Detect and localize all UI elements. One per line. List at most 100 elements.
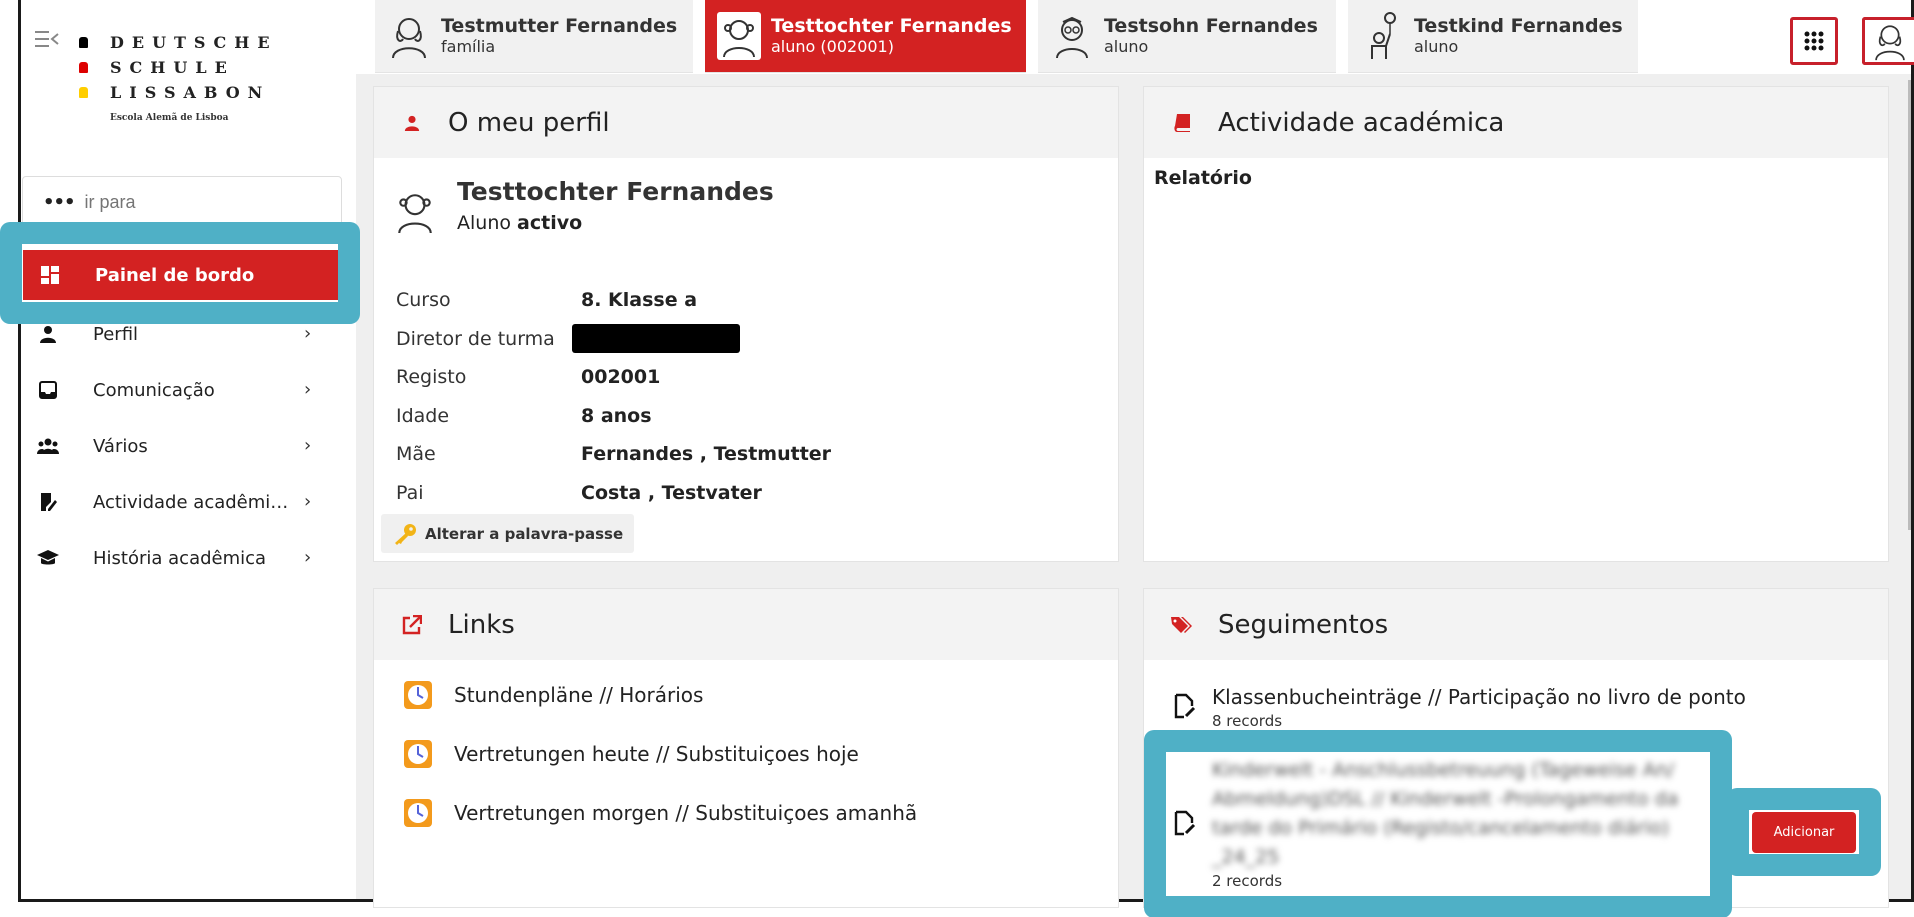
status-value: activo	[517, 212, 583, 234]
tab-role: aluno	[1104, 37, 1149, 56]
profile-fields: Curso 8. Klasse a Diretor de turma Regist…	[396, 281, 831, 512]
tags-icon	[1170, 616, 1194, 634]
followup-count: 2 records	[1212, 872, 1283, 890]
field-mae: Mãe Fernandes , Testmutter	[396, 435, 831, 474]
link-item[interactable]: Stundenpläne // Horários	[404, 681, 703, 709]
change-password-button[interactable]: Alterar a palavra-passe	[381, 514, 634, 553]
tab-role: aluno (002001)	[771, 37, 894, 56]
redacted-value	[572, 324, 740, 354]
report-label: Relatório	[1154, 167, 1252, 189]
key-icon	[395, 523, 416, 545]
sidebar-item-varios[interactable]: Vários ›	[21, 418, 356, 474]
sidebar-item-label: Vários	[93, 435, 148, 457]
followup-item[interactable]: Klassenbucheinträge // Participação no l…	[1174, 682, 1746, 730]
search-box[interactable]: •••	[22, 176, 342, 228]
sidebar-item-dashboard[interactable]: Painel de bordo	[23, 250, 339, 300]
links-card-title: Links	[448, 609, 515, 640]
followups-card-header: Seguimentos	[1144, 589, 1888, 660]
student-name: Testtochter Fernandes	[457, 177, 774, 206]
sidebar: DEUTSCHE SCHULE LISSABON Escola Alemã de…	[21, 0, 356, 899]
group-icon	[37, 435, 59, 457]
tab-testkind[interactable]: Testkind Fernandes aluno	[1348, 0, 1638, 73]
academic-card-header: Actividade académica	[1144, 87, 1888, 158]
dashboard-icon	[39, 264, 61, 286]
document-edit-icon	[1174, 810, 1196, 836]
change-password-label: Alterar a palavra-passe	[425, 524, 624, 543]
followup-count: 8 records	[1212, 712, 1283, 730]
field-registo: Registo 002001	[396, 358, 831, 397]
field-label: Curso	[396, 289, 451, 312]
clock-icon	[404, 740, 432, 768]
sidebar-item-perfil[interactable]: Perfil ›	[21, 306, 356, 362]
field-label: Idade	[396, 404, 450, 427]
logo-dot-gold	[79, 87, 88, 98]
chevron-right-icon: ›	[304, 323, 312, 344]
field-label: Mãe	[396, 443, 436, 466]
field-label: Pai	[396, 481, 424, 504]
apps-grid-button[interactable]	[1790, 17, 1838, 65]
tab-name: Testkind Fernandes	[1414, 15, 1623, 37]
tab-name: Testsohn Fernandes	[1104, 15, 1318, 37]
sidebar-item-label: História acadêmica	[93, 547, 267, 569]
chevron-right-icon: ›	[304, 379, 312, 400]
tab-testsohn[interactable]: Testsohn Fernandes aluno	[1038, 0, 1336, 73]
link-label: Vertretungen morgen // Substituiçoes ama…	[454, 801, 918, 825]
followups-card: Seguimentos Klassenbucheinträge // Parti…	[1143, 588, 1889, 908]
field-value: Costa , Testvater	[581, 481, 762, 504]
sidebar-item-label: Comunicação	[93, 379, 215, 401]
book-icon	[1170, 113, 1194, 132]
scrollbar[interactable]	[1908, 80, 1911, 530]
field-value: 8. Klasse a	[581, 289, 698, 312]
sidebar-item-historia[interactable]: História acadêmica ›	[21, 530, 356, 586]
menu-collapse-icon[interactable]	[35, 30, 59, 48]
links-card: Links Stundenpläne // Horários Vertretun…	[373, 588, 1119, 908]
field-idade: Idade 8 anos	[396, 397, 831, 436]
child-avatar-icon	[1360, 12, 1404, 60]
profile-card: O meu perfil Testtochter Fernandes Aluno…	[373, 86, 1119, 562]
user-menu-button[interactable]	[1862, 17, 1914, 65]
graduation-cap-icon	[37, 547, 59, 569]
son-avatar-icon	[1050, 12, 1094, 60]
search-input[interactable]	[84, 191, 335, 213]
apps-grid-icon	[1804, 31, 1824, 51]
ellipsis-icon: •••	[43, 191, 76, 213]
daughter-avatar-icon	[717, 12, 761, 60]
field-label: Registo	[396, 366, 467, 389]
tab-role: aluno	[1414, 37, 1459, 56]
field-value: Fernandes , Testmutter	[581, 443, 832, 466]
link-label: Vertretungen heute // Substituiçoes hoje	[454, 742, 859, 766]
tab-name: Testmutter Fernandes	[441, 15, 678, 37]
school-logo[interactable]: DEUTSCHE SCHULE LISSABON Escola Alemã de…	[79, 30, 278, 123]
sidebar-item-comunicacao[interactable]: Comunicação ›	[21, 362, 356, 418]
tab-name: Testtochter Fernandes	[771, 15, 1012, 37]
student-tabs: Testmutter Fernandes família Testtochter …	[375, 0, 1650, 74]
tab-testtochter[interactable]: Testtochter Fernandes aluno (002001)	[705, 0, 1026, 73]
student-avatar-icon	[398, 194, 432, 234]
logo-dot-red	[79, 62, 88, 73]
clock-icon	[404, 681, 432, 709]
sidebar-nav: Painel de bordo Perfil › Comunicação › V…	[21, 250, 356, 586]
logo-subtitle: Escola Alemã de Lisboa	[110, 113, 229, 123]
sidebar-item-label: Perfil	[93, 323, 139, 345]
add-button[interactable]: Adicionar	[1752, 812, 1856, 853]
sidebar-item-actividade[interactable]: Actividade acadêmi… ›	[21, 474, 356, 530]
user-avatar-icon	[1874, 25, 1905, 61]
mother-avatar-icon	[387, 12, 431, 60]
inbox-icon	[37, 379, 59, 401]
tab-role: família	[441, 37, 496, 56]
person-icon	[37, 323, 59, 345]
link-label: Stundenpläne // Horários	[454, 683, 704, 707]
profile-card-title: O meu perfil	[448, 107, 610, 138]
chevron-right-icon: ›	[304, 435, 312, 456]
field-value: 8 anos	[581, 404, 652, 427]
field-curso: Curso 8. Klasse a	[396, 281, 831, 320]
logo-dot-black	[79, 37, 88, 48]
tab-testmutter[interactable]: Testmutter Fernandes família	[375, 0, 693, 73]
field-diretor: Diretor de turma	[396, 320, 831, 359]
followup-title: Klassenbucheinträge // Participação no l…	[1212, 685, 1746, 709]
followup-item[interactable]: Kinderwelt - Anschlussbetreuung (Tagewei…	[1174, 756, 1692, 890]
link-item[interactable]: Vertretungen heute // Substituiçoes hoje	[404, 740, 859, 768]
person-icon	[400, 115, 424, 131]
chevron-right-icon: ›	[304, 547, 312, 568]
link-item[interactable]: Vertretungen morgen // Substituiçoes ama…	[404, 799, 917, 827]
